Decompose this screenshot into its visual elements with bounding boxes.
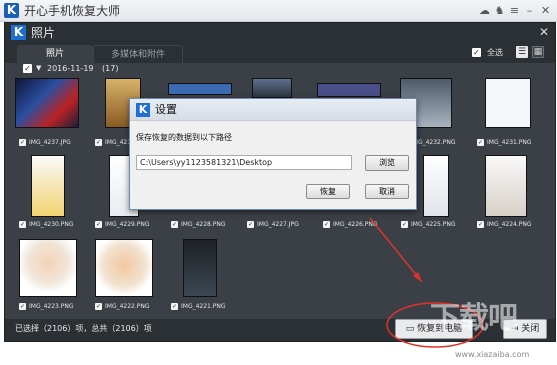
watermark-logo: 下载吧 (430, 301, 518, 336)
watermark-url: www.xiazaiba.com (455, 350, 530, 359)
annotation-arrow (369, 217, 423, 283)
